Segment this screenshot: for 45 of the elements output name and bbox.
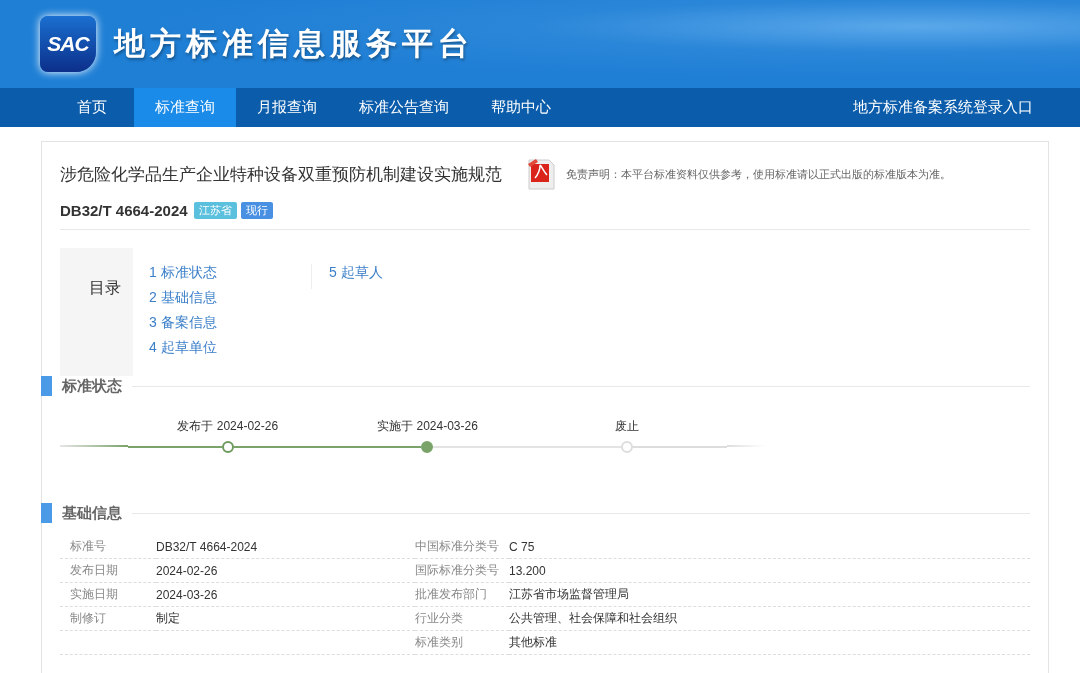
field-value: 13.200 (509, 563, 546, 578)
field-value: 2024-02-26 (156, 563, 218, 578)
pdf-icon[interactable] (526, 158, 556, 190)
field-value: DB32/T 4664-2024 (156, 539, 258, 554)
toc-link[interactable]: 2 基础信息 (149, 289, 311, 314)
field-value: 其他标准 (509, 634, 557, 651)
timeline-label: 实施于 2024-03-26 (377, 418, 478, 435)
field-label: 标准类别 (415, 634, 463, 651)
toc-link[interactable]: 4 起草单位 (149, 339, 311, 364)
logo-badge: SAC (40, 16, 96, 72)
status-tag: 江苏省 (193, 202, 237, 219)
section-marker (41, 503, 52, 523)
toc-link[interactable]: 3 备案信息 (149, 314, 311, 339)
field-value: C 75 (509, 539, 535, 554)
field-label: 中国标准分类号 (415, 538, 499, 555)
toc-link[interactable]: 5 起草人 (311, 264, 471, 289)
field-label: 标准号 (70, 538, 106, 555)
field-label: 发布日期 (70, 562, 118, 579)
field-value: 制定 (156, 610, 180, 627)
document-title: 涉危险化学品生产企业特种设备双重预防机制建设实施规范 (60, 163, 502, 186)
site-title: 地方标准信息服务平台 (114, 25, 474, 63)
disclaimer-text: 免责声明：本平台标准资料仅供参考，使用标准请以正式出版的标准版本为准。 (566, 166, 951, 182)
section-marker (41, 376, 52, 396)
standard-code: DB32/T 4664-2024 (60, 202, 188, 219)
toc-link[interactable]: 1 标准状态 (149, 264, 311, 289)
field-value: 公共管理、社会保障和社会组织 (509, 610, 677, 627)
nav-tab[interactable]: 标准查询 (134, 88, 236, 127)
toc-title: 目录 (60, 248, 133, 376)
field-value: 江苏省市场监督管理局 (509, 586, 629, 603)
timeline-label: 废止 (615, 418, 640, 435)
login-link[interactable]: 地方标准备案系统登录入口 (853, 88, 1080, 127)
field-label: 行业分类 (415, 610, 463, 627)
field-label: 国际标准分类号 (415, 562, 499, 579)
field-label: 批准发布部门 (415, 586, 487, 603)
nav-tab[interactable]: 月报查询 (236, 88, 338, 127)
field-label: 实施日期 (70, 586, 118, 603)
status-tag: 现行 (240, 202, 273, 219)
field-label: 制修订 (70, 610, 106, 627)
field-value: 2024-03-26 (156, 587, 218, 602)
nav-tab[interactable]: 标准公告查询 (338, 88, 470, 127)
nav-tab[interactable]: 帮助中心 (470, 88, 572, 127)
nav-tab[interactable]: 首页 (50, 88, 134, 127)
section-heading: 标准状态 (62, 376, 122, 396)
section-heading: 基础信息 (62, 503, 122, 523)
timeline-label: 发布于 2024-02-26 (177, 418, 279, 435)
